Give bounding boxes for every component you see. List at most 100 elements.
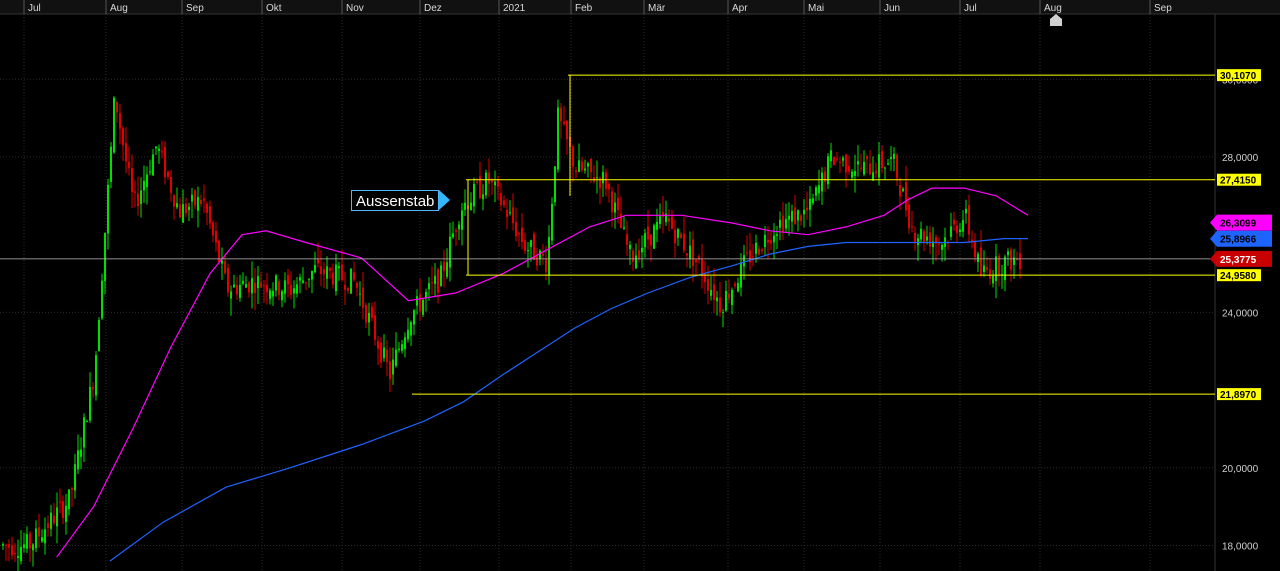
candle-up [68,489,70,510]
candle-down [617,197,619,211]
candle-up [176,203,178,208]
candle-down [911,226,913,228]
candle-up [653,225,655,249]
candle-up [830,150,832,162]
candle-down [905,182,907,211]
candle-up [578,160,580,172]
candle-down [323,269,325,275]
candle-up [716,297,718,302]
indicator-tag-blue-label: 25,8966 [1220,235,1257,246]
candle-up [689,245,691,259]
x-axis: Jul Aug Sep Okt Nov Dez 2021 Feb Mär Apr Mai Jun Jul… [0,0,1280,26]
candle-down [119,113,121,129]
candle-down [254,282,256,293]
candle-down [164,146,166,178]
candle-down [344,284,346,290]
candle-up [641,247,643,253]
candle-down [38,527,40,537]
candle-down [125,143,127,162]
candle-up [584,168,586,171]
x-tick-label: Jul [28,3,41,14]
candle-up [485,172,487,196]
candle-down [362,287,364,308]
x-tick-label: Mai [808,3,824,14]
candle-up [551,203,553,241]
candle-down [767,239,769,243]
candle-down [692,239,694,267]
price-level-tag-label: 21,8970 [1220,390,1257,401]
candle-down [563,121,565,124]
candle-up [65,505,67,522]
candle-up [1007,251,1009,256]
candle-up [335,264,337,292]
candle-up [410,322,412,336]
candle-up [788,215,790,220]
candle-up [20,546,22,562]
candle-up [407,329,409,340]
candle-down [131,168,133,193]
candle-down [869,163,871,175]
candle-down [908,204,910,229]
candle-down [620,213,622,229]
candle-down [680,233,682,238]
candle-down [581,161,583,171]
candle-down [605,172,607,190]
candle-down [203,198,205,201]
current-price-tag: 25,3775 [1210,250,1272,267]
aussenstab-label[interactable]: Aussenstab [351,190,440,211]
x-tick-label: Sep [1154,3,1172,14]
candle-down [353,272,355,280]
candle-down [782,215,784,233]
candle-down [875,171,877,174]
candle-up [539,250,541,260]
candle-up [725,290,727,311]
candlestick-chart[interactable]: Jul Aug Sep Okt Nov Dez 2021 Feb Mär Apr Mai Jun Jul… [0,0,1280,571]
candle-down [845,154,847,173]
candle-down [695,259,697,262]
y-tick-label: 20,0000 [1222,464,1259,475]
candle-up [314,264,316,272]
candle-up [95,355,97,396]
candle-up [962,220,964,232]
candle-down [320,266,322,275]
candle-down [686,253,688,256]
candle-down [668,218,670,222]
candle-down [536,255,538,266]
candle-up [530,240,532,248]
candle-up [311,270,313,280]
candle-up [737,283,739,292]
candle-down [848,165,850,172]
candle-down [356,282,358,288]
grid-lines [0,14,1215,571]
candle-down [374,315,376,340]
candle-down [380,342,382,363]
candle-up [977,253,979,262]
x-tick-label: Nov [346,3,364,14]
candle-down [71,488,73,490]
candle-up [1004,256,1006,281]
candle-down [290,284,292,295]
candle-up [368,313,370,323]
candle-down [212,222,214,236]
candle-up [863,161,865,175]
candle-up [587,163,589,167]
candle-up [413,310,415,325]
candle-down [224,261,226,274]
candle-up [440,265,442,286]
candle-up [995,256,997,281]
x-tick-label: Aug [110,3,128,14]
candle-down [914,233,916,242]
candle-down [575,170,577,173]
candle-up [398,348,400,351]
candle-down [923,231,925,243]
candle-down [431,282,433,284]
candle-down [266,284,268,293]
candle-down [11,545,13,556]
candle-up [764,234,766,248]
current-period-marker-icon [1050,14,1062,26]
x-tick-label: Okt [266,3,282,14]
y-tick-label: 28,0000 [1222,153,1259,164]
candle-up [635,255,637,269]
candle-up [326,266,328,279]
candle-down [227,267,229,293]
